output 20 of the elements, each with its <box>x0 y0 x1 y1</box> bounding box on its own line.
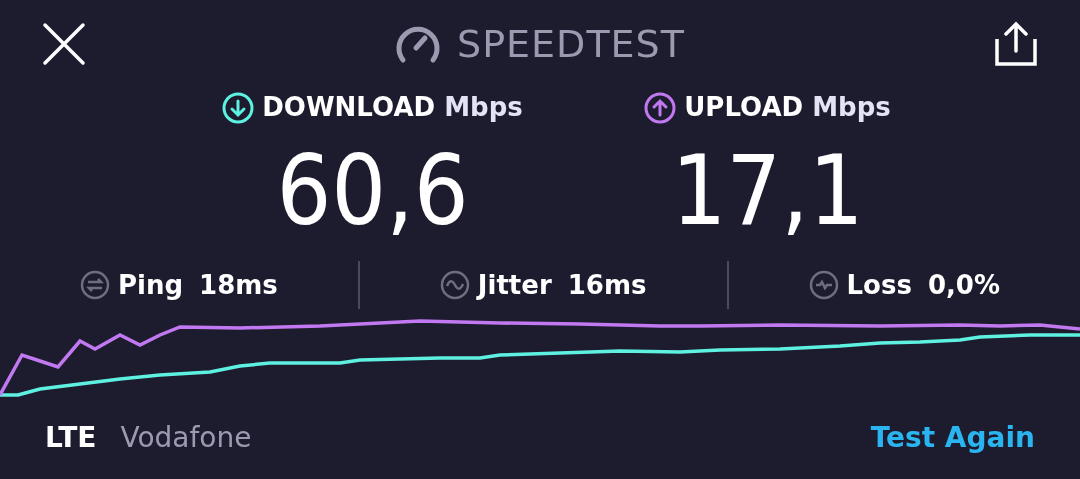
jitter-label: Jitter <box>477 268 552 302</box>
jitter-icon <box>439 270 470 300</box>
app-title: SPEEDTEST <box>457 20 685 68</box>
jitter-value: 16ms <box>567 268 647 302</box>
upload-label: UPLOAD Mbps <box>684 91 891 124</box>
upload-value: 17,1 <box>671 143 864 239</box>
carrier-name: Vodafone <box>120 420 252 456</box>
loss-value: 0,0% <box>927 268 1000 302</box>
test-again-button[interactable]: Test Again <box>870 417 1035 459</box>
download-label: DOWNLOAD Mbps <box>262 91 523 124</box>
ping-value: 18ms <box>199 268 278 302</box>
loss-icon <box>808 270 839 300</box>
loss-label: Loss <box>846 268 912 302</box>
gauge-icon <box>395 24 442 64</box>
share-button[interactable] <box>994 21 1038 67</box>
ping-icon <box>80 270 110 300</box>
network-type: LTE <box>45 420 97 456</box>
download-value: 60,6 <box>276 143 469 239</box>
ping-label: Ping <box>118 268 184 302</box>
close-button[interactable] <box>42 22 86 66</box>
